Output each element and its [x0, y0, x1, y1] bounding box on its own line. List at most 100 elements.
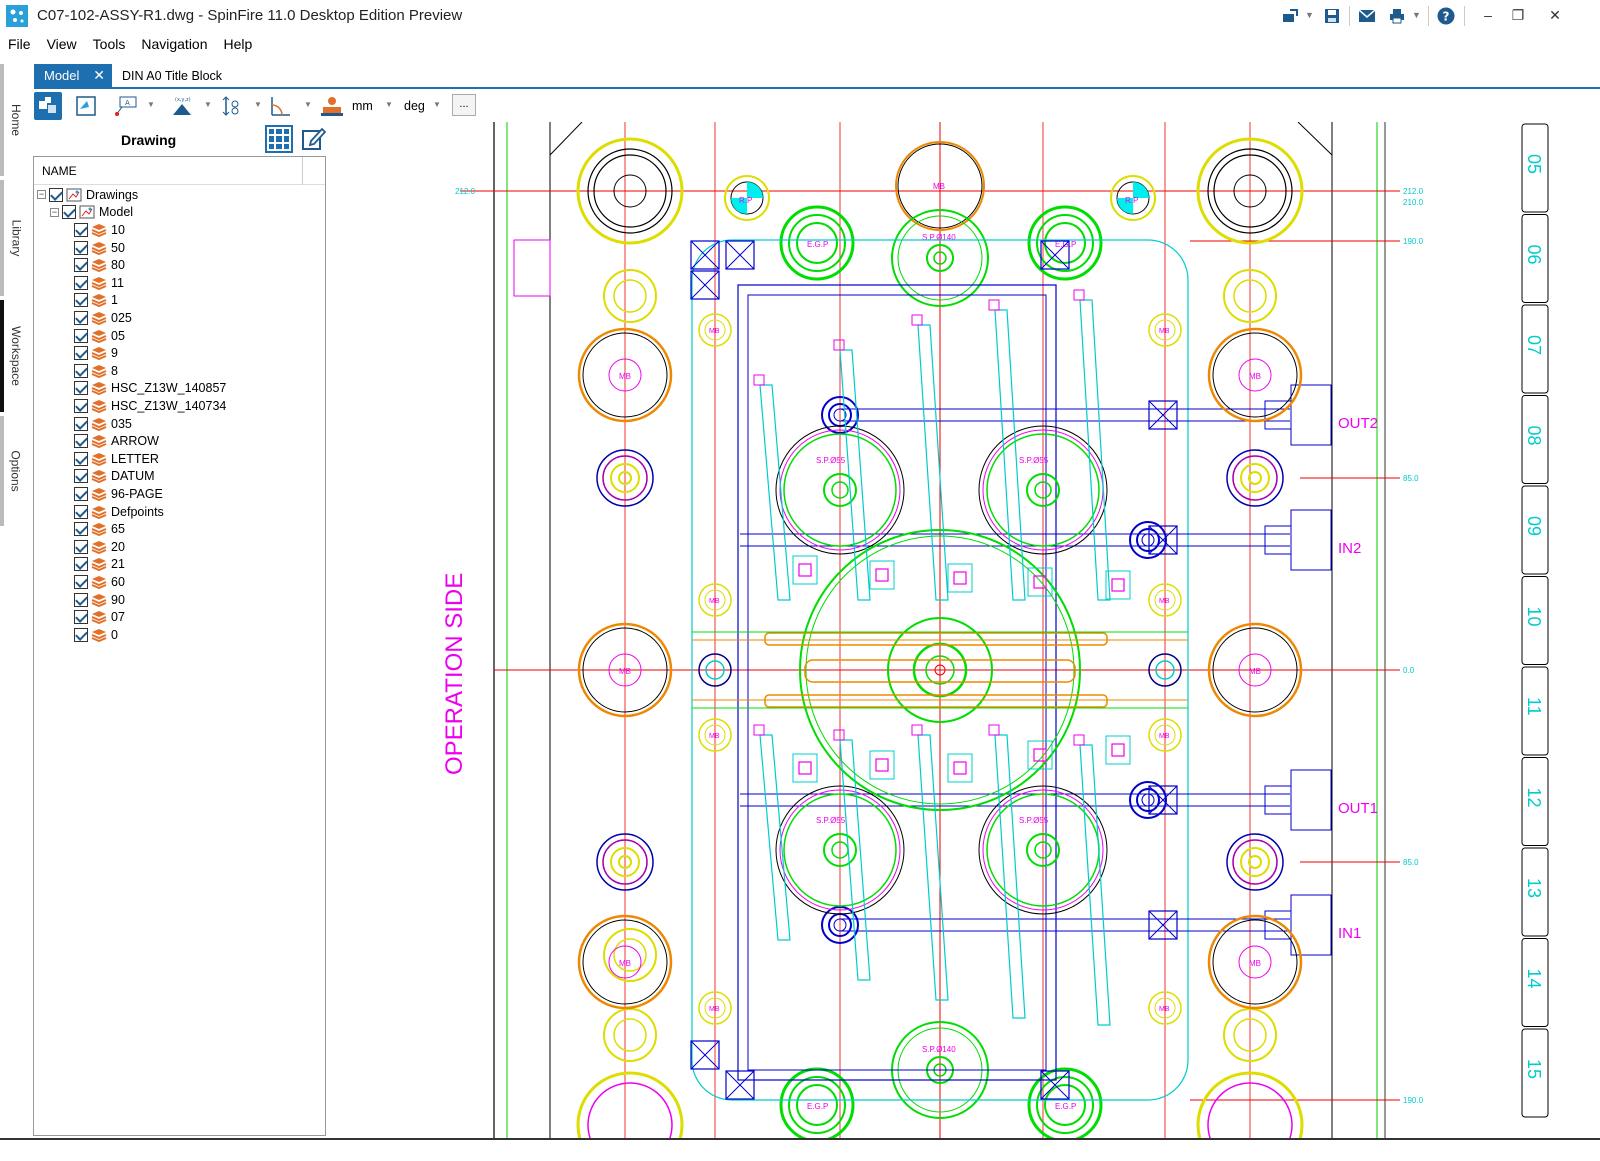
- visibility-checkbox[interactable]: [74, 275, 88, 290]
- visibility-checkbox[interactable]: [74, 310, 88, 325]
- tree-item-layer[interactable]: 07: [74, 608, 125, 626]
- layer-icon: [91, 575, 107, 589]
- tree-item-layer[interactable]: 50: [74, 239, 125, 257]
- visibility-checkbox[interactable]: [74, 504, 88, 519]
- angle-unit[interactable]: deg: [404, 99, 425, 113]
- rail-tab-workspace[interactable]: Workspace: [0, 300, 28, 412]
- menu-tools[interactable]: Tools: [85, 32, 134, 58]
- visibility-checkbox[interactable]: [74, 539, 88, 554]
- share-icon[interactable]: [1280, 6, 1300, 26]
- tree-item-layer[interactable]: HSC_Z13W_140857: [74, 380, 226, 398]
- menu-view[interactable]: View: [39, 32, 85, 58]
- tree-item-layer[interactable]: 21: [74, 556, 125, 574]
- visibility-checkbox[interactable]: [74, 610, 88, 625]
- rail-tab-label: Workspace: [9, 326, 23, 386]
- tree-column-header[interactable]: NAME: [34, 157, 325, 185]
- tree-item-layer[interactable]: 80: [74, 256, 125, 274]
- length-unit-dropdown-icon[interactable]: ▼: [385, 100, 393, 109]
- tab-din-a0-title-block[interactable]: DIN A0 Title Block: [112, 64, 232, 88]
- visibility-checkbox[interactable]: [74, 469, 88, 484]
- tree-item-layer[interactable]: 9: [74, 344, 118, 362]
- distance-measure-icon[interactable]: [218, 92, 246, 120]
- tab-model-label: Model: [44, 68, 80, 83]
- annotation-icon[interactable]: A: [112, 92, 140, 120]
- coordinate-dropdown-icon[interactable]: ▼: [204, 100, 212, 109]
- visibility-checkbox[interactable]: [74, 627, 88, 642]
- collapse-icon[interactable]: −: [37, 190, 46, 200]
- tree-item-layer[interactable]: LETTER: [74, 450, 159, 468]
- drawing-canvas[interactable]: R.PR.PMBE.G.PE.G.PE.G.PE.G.PS.P.Ø140S.P.…: [330, 122, 1600, 1138]
- visibility-checkbox[interactable]: [74, 381, 88, 396]
- restore-button[interactable]: ❐: [1500, 4, 1536, 26]
- save-icon[interactable]: [1322, 6, 1342, 26]
- menu-file[interactable]: File: [0, 32, 39, 58]
- tree-item-layer[interactable]: 65: [74, 520, 125, 538]
- visibility-checkbox[interactable]: [74, 328, 88, 343]
- rail-tab-options[interactable]: Options: [0, 416, 28, 526]
- share-dropdown-icon[interactable]: ▼: [1305, 10, 1314, 20]
- angle-dropdown-icon[interactable]: ▼: [304, 100, 312, 109]
- rail-tab-library[interactable]: Library: [0, 180, 28, 296]
- visibility-checkbox[interactable]: [74, 293, 88, 308]
- grid-view-icon[interactable]: [265, 125, 293, 153]
- tree-item-layer[interactable]: 1: [74, 292, 118, 310]
- visibility-checkbox[interactable]: [74, 363, 88, 378]
- tree-item-layer[interactable]: 025: [74, 309, 132, 327]
- visibility-checkbox[interactable]: [74, 416, 88, 431]
- annotation-dropdown-icon[interactable]: ▼: [147, 100, 155, 109]
- visibility-checkbox[interactable]: [49, 187, 63, 202]
- print-dropdown-icon[interactable]: ▼: [1412, 10, 1421, 20]
- visibility-checkbox[interactable]: [62, 205, 76, 220]
- tree-item-layer[interactable]: 05: [74, 327, 125, 345]
- angle-measure-icon[interactable]: [266, 92, 294, 120]
- distance-dropdown-icon[interactable]: ▼: [254, 100, 262, 109]
- visibility-checkbox[interactable]: [74, 574, 88, 589]
- close-tab-icon[interactable]: ✕: [93, 67, 105, 84]
- tree-item-layer[interactable]: 8: [74, 362, 118, 380]
- model-view-icon[interactable]: [34, 92, 62, 120]
- visibility-checkbox[interactable]: [74, 258, 88, 273]
- menu-navigation[interactable]: Navigation: [133, 32, 215, 58]
- tree-item-layer[interactable]: 90: [74, 591, 125, 609]
- visibility-checkbox[interactable]: [74, 434, 88, 449]
- tree-item-layer[interactable]: 60: [74, 573, 125, 591]
- navigate-icon[interactable]: [72, 92, 100, 120]
- visibility-checkbox[interactable]: [74, 592, 88, 607]
- tree-item-layer[interactable]: 11: [74, 274, 124, 292]
- close-button[interactable]: ✕: [1537, 4, 1573, 26]
- help-icon[interactable]: ?: [1436, 6, 1456, 26]
- tree-item-layer[interactable]: ARROW: [74, 432, 159, 450]
- mass-properties-icon[interactable]: [318, 92, 346, 120]
- visibility-checkbox[interactable]: [74, 346, 88, 361]
- visibility-checkbox[interactable]: [74, 222, 88, 237]
- drawing-icon: [66, 188, 82, 202]
- tree-item-layer[interactable]: 0: [74, 626, 118, 644]
- coordinate-measure-icon[interactable]: (x,y,z): [168, 92, 196, 120]
- tree-item-layer[interactable]: 035: [74, 415, 132, 433]
- tree-item-layer[interactable]: Defpoints: [74, 503, 164, 521]
- cad-drawing[interactable]: R.PR.PMBE.G.PE.G.PE.G.PE.G.PS.P.Ø140S.P.…: [330, 122, 1600, 1138]
- angle-unit-dropdown-icon[interactable]: ▼: [433, 100, 441, 109]
- more-options-button[interactable]: ...: [452, 94, 476, 116]
- print-icon[interactable]: [1387, 6, 1407, 26]
- length-unit[interactable]: mm: [352, 99, 373, 113]
- tree-item-layer[interactable]: DATUM: [74, 468, 155, 486]
- rail-tab-home[interactable]: Home: [0, 64, 28, 176]
- visibility-checkbox[interactable]: [74, 398, 88, 413]
- tree-item-model[interactable]: − Model: [50, 204, 133, 222]
- visibility-checkbox[interactable]: [74, 451, 88, 466]
- visibility-checkbox[interactable]: [74, 522, 88, 537]
- visibility-checkbox[interactable]: [74, 240, 88, 255]
- tree-item-layer[interactable]: 96-PAGE: [74, 485, 163, 503]
- menu-help[interactable]: Help: [216, 32, 261, 58]
- visibility-checkbox[interactable]: [74, 557, 88, 572]
- collapse-icon[interactable]: −: [50, 207, 59, 217]
- mail-icon[interactable]: [1357, 6, 1377, 26]
- edit-icon[interactable]: [300, 126, 326, 152]
- tab-model[interactable]: Model ✕: [34, 64, 112, 88]
- tree-item-layer[interactable]: 20: [74, 538, 125, 556]
- tree-item-drawings[interactable]: − Drawings: [37, 186, 138, 204]
- tree-item-layer[interactable]: HSC_Z13W_140734: [74, 397, 226, 415]
- visibility-checkbox[interactable]: [74, 486, 88, 501]
- tree-item-layer[interactable]: 10: [74, 221, 125, 239]
